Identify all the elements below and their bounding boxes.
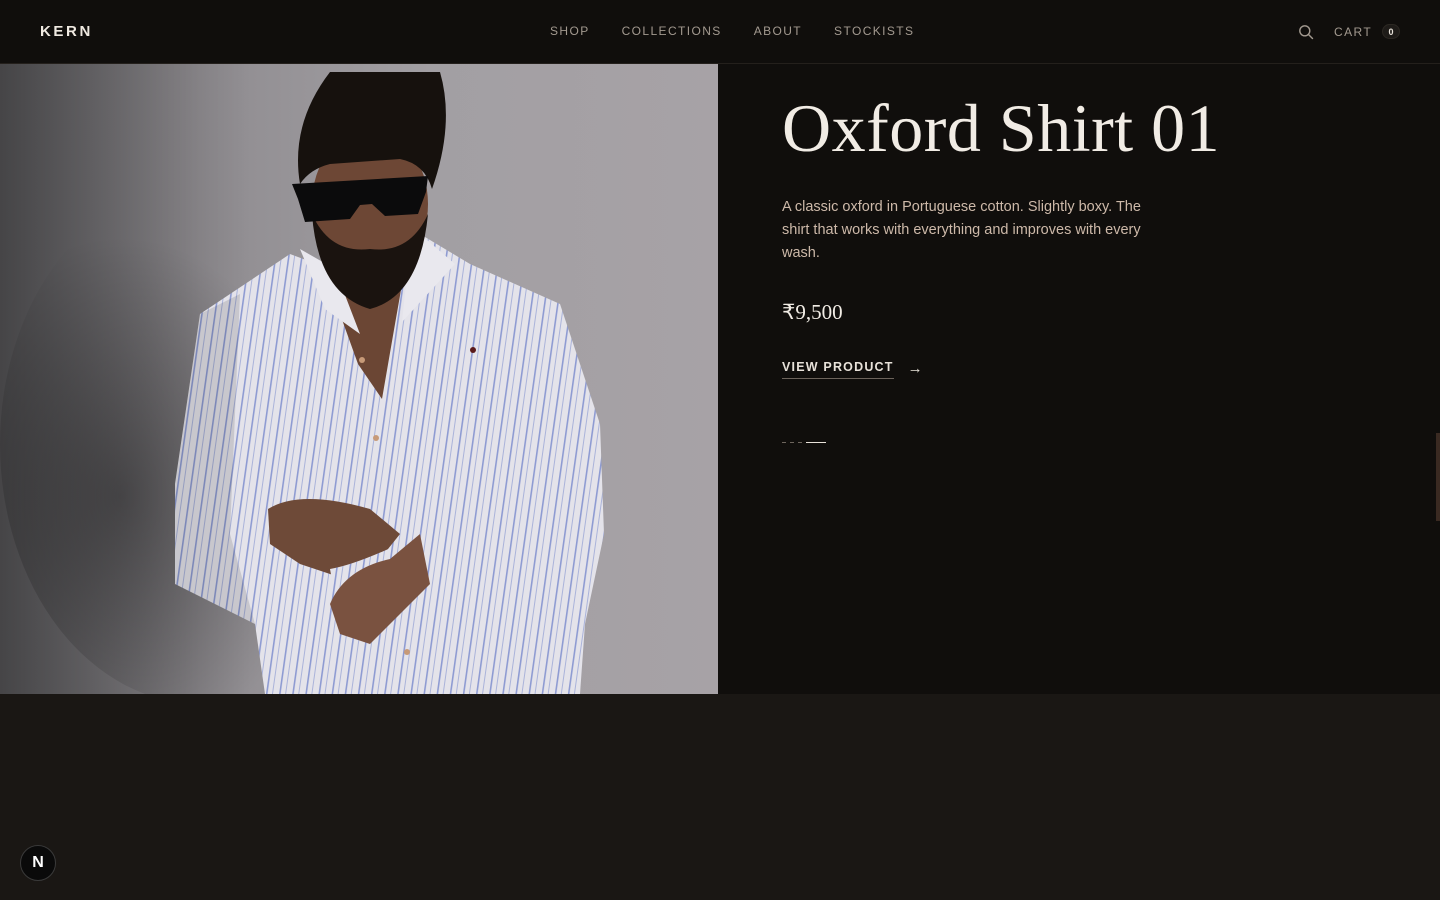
cart-label: CART xyxy=(1334,24,1373,39)
next-section xyxy=(0,694,1440,900)
slide-dot[interactable] xyxy=(790,442,794,443)
product-description: A classic oxford in Portuguese cotton. S… xyxy=(782,199,1141,261)
product-price: ₹9,500 xyxy=(782,300,843,324)
view-product-label: VIEW PRODUCT xyxy=(782,360,894,379)
arrow-right-icon: → xyxy=(907,360,923,377)
product-hero: Oxford Shirt 01 A classic oxford in Port… xyxy=(0,64,1440,694)
cart-button[interactable]: CART 0 xyxy=(1334,24,1401,39)
product-photo xyxy=(0,64,718,694)
product-title: Oxford Shirt 01 xyxy=(782,90,1221,166)
page-scroll-indicator[interactable] xyxy=(1436,433,1440,521)
nav-about[interactable]: ABOUT xyxy=(754,24,802,38)
dev-tools-badge[interactable]: N xyxy=(20,845,56,881)
nav-shop[interactable]: SHOP xyxy=(550,24,590,38)
slide-indicator xyxy=(782,442,826,443)
cart-count-badge: 0 xyxy=(1382,24,1401,39)
slide-dot[interactable] xyxy=(798,442,802,443)
view-product-link[interactable]: VIEW PRODUCT → xyxy=(782,360,923,379)
main-nav: SHOP COLLECTIONS ABOUT STOCKISTS xyxy=(550,24,914,38)
slide-dot-active[interactable] xyxy=(806,442,826,443)
nav-stockists[interactable]: STOCKISTS xyxy=(834,24,914,38)
brand-logo[interactable]: KERN xyxy=(40,23,93,40)
dev-tools-badge-letter: N xyxy=(32,854,44,871)
search-icon[interactable] xyxy=(1298,24,1314,40)
nav-collections[interactable]: COLLECTIONS xyxy=(622,24,722,38)
site-header: KERN SHOP COLLECTIONS ABOUT STOCKISTS CA… xyxy=(0,0,1440,64)
slide-dot[interactable] xyxy=(782,442,786,443)
